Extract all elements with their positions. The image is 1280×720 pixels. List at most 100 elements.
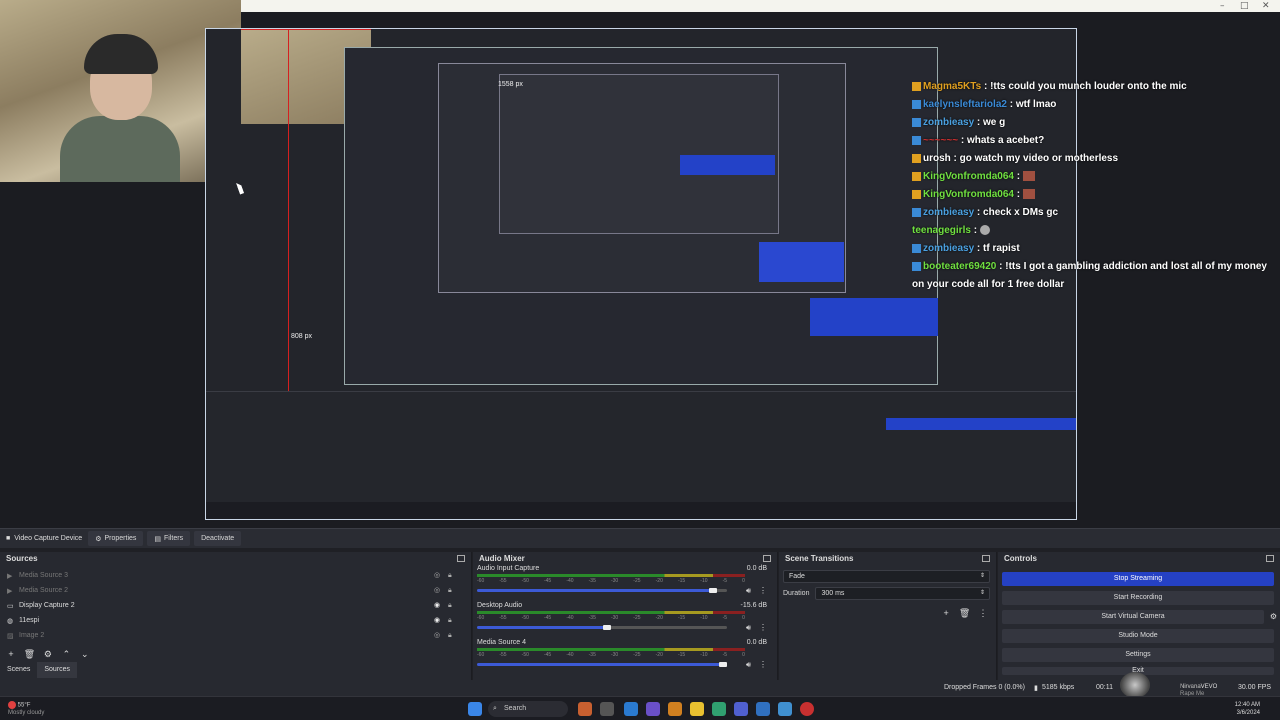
chat-message: booteater69420 : !tts I got a gambling a… <box>912 261 1267 290</box>
undock-icon[interactable] <box>982 555 990 562</box>
volume-knob[interactable] <box>719 662 727 667</box>
more-icon[interactable]: ⋮ <box>759 586 767 595</box>
app-icon[interactable] <box>578 702 592 716</box>
speaker-icon[interactable]: 🔊︎ <box>746 586 751 596</box>
folder-icon[interactable] <box>690 702 704 716</box>
chat-text: wtf lmao <box>1015 99 1057 110</box>
duration-field[interactable]: 300 ms ⇕ <box>815 587 990 600</box>
volume-slider[interactable] <box>477 662 727 667</box>
monitor-icon: ▭ <box>7 603 14 610</box>
source-item[interactable]: ▶ Media Source 3 ◎ 🔒︎ <box>0 568 471 583</box>
source-item[interactable]: ▭ Display Capture 2 ◉ 🔒︎ <box>0 598 471 613</box>
lock-icon[interactable]: 🔒︎ <box>448 632 455 639</box>
taskbar-clock[interactable]: 12:40 AM 3/6/2024 <box>1235 701 1260 717</box>
transition-select[interactable]: Fade ⇕ <box>783 570 990 583</box>
chat-user: KingVonfromda064 <box>923 171 1014 182</box>
chat-message: ~~~~~~ : whats a acebet? <box>912 132 1278 150</box>
source-label: Image 2 <box>19 632 45 639</box>
tick-label: -15 <box>677 615 686 621</box>
maximize-button[interactable]: □ <box>1240 0 1249 12</box>
tick-label: -40 <box>566 652 574 658</box>
app-icon[interactable] <box>734 702 748 716</box>
track-name: Media Source 4 <box>477 639 527 646</box>
stop-streaming-button[interactable]: Stop Streaming <box>1002 572 1274 586</box>
properties-button[interactable]: ⚙ Properties <box>88 531 144 546</box>
browser-icon[interactable] <box>712 702 726 716</box>
source-item[interactable]: ◍ 11espi ◉ 🔒︎ <box>0 613 471 628</box>
undock-icon[interactable] <box>457 555 465 562</box>
start-virtual-camera-label: Start Virtual Camera <box>1101 613 1165 620</box>
source-item[interactable]: ▨ Image 2 ◎ 🔒︎ <box>0 628 471 643</box>
close-button[interactable]: ✕ <box>1262 0 1270 12</box>
eye-icon[interactable]: ◎ <box>434 587 441 594</box>
start-virtual-camera-button[interactable]: Start Virtual Camera ⚙ <box>1002 610 1277 624</box>
deactivate-button[interactable]: Deactivate <box>194 531 242 546</box>
controls-dock: Controls Stop Streaming Start Recording … <box>998 552 1280 680</box>
app-icon[interactable] <box>668 702 682 716</box>
emote-icon <box>1022 189 1035 200</box>
volume-slider[interactable] <box>477 625 727 630</box>
app-icon[interactable] <box>778 702 792 716</box>
tab-sources[interactable]: Sources <box>37 662 78 678</box>
tick-label: -30 <box>610 652 619 658</box>
tick-label: -60 <box>477 615 485 621</box>
dock-tabs: Scenes Sources <box>0 662 470 678</box>
lock-icon[interactable]: 🔒︎ <box>448 602 455 609</box>
settings-button[interactable]: Settings <box>1002 648 1274 662</box>
nested-obs-dock <box>206 391 1076 519</box>
lock-icon[interactable]: 🔒︎ <box>448 572 455 579</box>
app-icon[interactable] <box>600 702 614 716</box>
source-label: 11espi <box>19 617 40 624</box>
volume-slider[interactable] <box>477 588 727 593</box>
chevron-down-icon[interactable]: ⌄ <box>78 647 92 661</box>
undock-icon[interactable] <box>1266 555 1274 562</box>
filters-button[interactable]: ▤ Filters <box>147 531 191 546</box>
source-item[interactable]: ▶ Media Source 2 ◎ 🔒︎ <box>0 583 471 598</box>
speaker-icon[interactable]: 🔊︎ <box>746 660 751 670</box>
gear-icon[interactable]: ⚙ <box>1270 610 1277 624</box>
eye-icon[interactable]: ◉ <box>434 617 441 624</box>
chat-text: check x DMs gc <box>983 207 1059 218</box>
obs-icon[interactable] <box>800 702 814 716</box>
tab-scenes[interactable]: Scenes <box>0 662 37 678</box>
chevron-up-icon[interactable]: ⌃ <box>59 647 73 661</box>
app-icon[interactable] <box>646 702 660 716</box>
studio-mode-button[interactable]: Studio Mode <box>1002 629 1274 643</box>
more-icon[interactable]: ⋮ <box>759 623 767 632</box>
speaker-icon[interactable]: 🔊︎ <box>746 623 751 633</box>
app-icon[interactable] <box>624 702 638 716</box>
tick-label: -25 <box>633 652 641 658</box>
more-icon[interactable]: ⋮ <box>759 660 767 669</box>
chat-text: !tts could you munch louder onto the mic <box>990 81 1187 92</box>
lock-icon[interactable]: 🔒︎ <box>448 587 455 594</box>
tick-label: -45 <box>543 652 552 658</box>
trash-icon[interactable]: 🗑︎ <box>22 647 36 661</box>
eye-icon[interactable]: ◉ <box>434 602 441 609</box>
taskbar-date: 3/6/2024 <box>1236 710 1260 716</box>
app-icon[interactable] <box>756 702 770 716</box>
eye-icon[interactable]: ◎ <box>434 632 441 639</box>
trash-icon[interactable]: 🗑︎ <box>958 606 972 620</box>
start-recording-button[interactable]: Start Recording <box>1002 591 1274 605</box>
undock-icon[interactable] <box>763 555 771 562</box>
meter-ticks: -60 -55 -50 -45 -40 -35 -30 -25 -20 -15 -10 -5 0 <box>477 615 745 621</box>
weather-widget[interactable]: 55°F Mostly cloudy <box>8 701 44 717</box>
taskbar-search[interactable]: ⌕ Search <box>488 701 568 717</box>
more-icon[interactable]: ⋮ <box>976 606 990 620</box>
eye-icon[interactable]: ◎ <box>434 572 441 579</box>
source-label: Media Source 3 <box>19 572 69 579</box>
volume-knob[interactable] <box>709 588 717 593</box>
taskbar-time: 12:40 AM <box>1234 702 1260 708</box>
source-label: Display Capture 2 <box>19 602 75 609</box>
windows-start-icon[interactable] <box>468 702 482 716</box>
minimize-button[interactable]: – <box>1220 0 1225 12</box>
tick-label: 0 <box>742 615 745 621</box>
tick-label: -35 <box>588 652 596 658</box>
add-icon[interactable]: + <box>4 647 18 661</box>
source-toolbar: ■ Video Capture Device ⚙ Properties ▤ Filte… <box>0 528 1280 548</box>
add-icon[interactable]: + <box>939 606 953 620</box>
chat-message: teenagegirls : <box>912 222 1278 240</box>
gear-icon[interactable]: ⚙ <box>41 647 55 661</box>
volume-knob[interactable] <box>603 625 611 630</box>
lock-icon[interactable]: 🔒︎ <box>448 617 455 624</box>
